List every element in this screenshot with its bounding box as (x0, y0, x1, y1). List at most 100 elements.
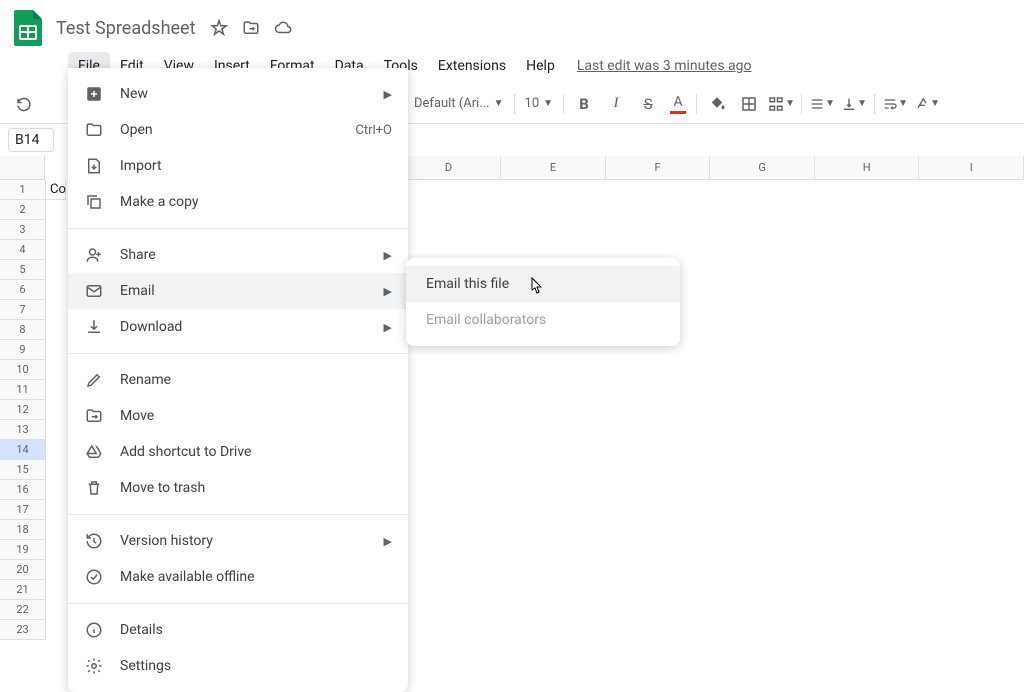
merge-cells-button[interactable]: ▼ (767, 90, 795, 118)
menu-item-add-shortcut-to-drive[interactable]: Add shortcut to Drive (68, 434, 408, 470)
download-icon (84, 317, 104, 337)
color-swatch (670, 111, 686, 114)
menu-item-label: Move to trash (120, 480, 392, 496)
row-header[interactable]: 17 (0, 500, 45, 520)
menu-help[interactable]: Help (516, 52, 565, 80)
text-color-button[interactable]: A (664, 90, 692, 118)
menu-item-version-history[interactable]: Version history▶ (68, 523, 408, 559)
row-header[interactable]: 19 (0, 540, 45, 560)
row-header[interactable]: 10 (0, 360, 45, 380)
bold-button[interactable]: B (570, 90, 598, 118)
person-plus-icon (84, 245, 104, 265)
column-header[interactable]: I (919, 156, 1024, 180)
separator (514, 94, 515, 114)
menu-item-move[interactable]: Move (68, 398, 408, 434)
email-collaborators-item: Email collaborators (406, 302, 680, 338)
menu-item-import[interactable]: Import (68, 148, 408, 184)
row-header[interactable]: 12 (0, 400, 45, 420)
menu-item-move-to-trash[interactable]: Move to trash (68, 470, 408, 506)
row-header[interactable]: 21 (0, 580, 45, 600)
menu-item-label: Rename (120, 372, 392, 388)
sheets-logo[interactable] (8, 8, 48, 48)
row-header[interactable]: 16 (0, 480, 45, 500)
row-header[interactable]: 9 (0, 340, 45, 360)
vertical-align-button[interactable]: ▼ (840, 90, 868, 118)
row-header[interactable]: 15 (0, 460, 45, 480)
column-header[interactable]: E (501, 156, 606, 180)
fill-color-button[interactable] (703, 90, 731, 118)
plus-box-icon (84, 84, 104, 104)
horizontal-align-button[interactable]: ▼ (808, 90, 836, 118)
column-header[interactable]: G (710, 156, 815, 180)
chevron-down-icon: ▼ (494, 98, 504, 109)
menu-item-label: New (120, 86, 384, 102)
menu-item-share[interactable]: Share▶ (68, 237, 408, 273)
menu-item-label: Import (120, 158, 392, 174)
row-header[interactable]: 2 (0, 200, 45, 220)
row-header[interactable]: 4 (0, 240, 45, 260)
italic-button[interactable]: I (602, 90, 630, 118)
row-header[interactable]: 6 (0, 280, 45, 300)
row-header[interactable]: 7 (0, 300, 45, 320)
font-size-select[interactable]: 10▼ (519, 92, 560, 115)
column-header[interactable]: H (815, 156, 920, 180)
name-box[interactable]: B14 (8, 128, 54, 152)
gear-icon (84, 656, 104, 676)
cloud-icon[interactable] (273, 18, 293, 38)
row-header[interactable]: 5 (0, 260, 45, 280)
menu-item-download[interactable]: Download▶ (68, 309, 408, 345)
offline-icon (84, 567, 104, 587)
row-header[interactable]: 11 (0, 380, 45, 400)
menu-item-label: Download (120, 319, 384, 335)
menu-item-settings[interactable]: Settings (68, 648, 408, 684)
email-submenu: Email this file Email collaborators (406, 258, 680, 346)
row-header[interactable]: 3 (0, 220, 45, 240)
text-rotation-button[interactable]: ▼ (913, 90, 941, 118)
row-header[interactable]: 22 (0, 600, 45, 620)
menu-item-label: Share (120, 247, 384, 263)
menu-item-make-available-offline[interactable]: Make available offline (68, 559, 408, 595)
font-family-select[interactable]: Default (Ari...▼ (408, 92, 510, 115)
import-icon (84, 156, 104, 176)
column-header[interactable]: D (397, 156, 502, 180)
menu-item-make-a-copy[interactable]: Make a copy (68, 184, 408, 220)
row-header[interactable]: 8 (0, 320, 45, 340)
menu-item-label: Add shortcut to Drive (120, 444, 392, 460)
row-header[interactable]: 20 (0, 560, 45, 580)
menu-item-label: Settings (120, 658, 392, 674)
undo-button[interactable] (10, 90, 38, 118)
menu-item-email[interactable]: Email▶ (68, 273, 408, 309)
folder-icon (84, 120, 104, 140)
submenu-arrow-icon: ▶ (384, 88, 392, 101)
menu-item-open[interactable]: OpenCtrl+O (68, 112, 408, 148)
row-header[interactable]: 18 (0, 520, 45, 540)
row-header[interactable]: 1 (0, 180, 45, 200)
menu-separator (68, 228, 408, 229)
row-header[interactable]: 14 (0, 440, 45, 460)
copy-icon (84, 192, 104, 212)
move-icon[interactable] (241, 18, 261, 38)
borders-button[interactable] (735, 90, 763, 118)
last-edit-link[interactable]: Last edit was 3 minutes ago (577, 58, 752, 74)
separator (874, 94, 875, 114)
menu-item-label: Version history (120, 533, 384, 549)
cell[interactable]: Co (46, 180, 66, 200)
strikethrough-button[interactable]: S (634, 90, 662, 118)
separator (801, 94, 802, 114)
text-wrap-button[interactable]: ▼ (881, 90, 909, 118)
row-header[interactable]: 23 (0, 620, 45, 640)
row-header[interactable]: 13 (0, 420, 45, 440)
select-all-corner[interactable] (0, 156, 45, 180)
menu-item-rename[interactable]: Rename (68, 362, 408, 398)
star-icon[interactable] (209, 18, 229, 38)
menu-separator (68, 514, 408, 515)
cursor-icon (526, 276, 544, 298)
chevron-down-icon: ▼ (543, 98, 553, 109)
separator (563, 94, 564, 114)
column-header[interactable]: F (606, 156, 711, 180)
document-title[interactable]: Test Spreadsheet (48, 14, 203, 43)
menu-item-new[interactable]: New▶ (68, 76, 408, 112)
menu-item-details[interactable]: Details (68, 612, 408, 648)
info-icon (84, 620, 104, 640)
menu-extensions[interactable]: Extensions (428, 52, 516, 80)
